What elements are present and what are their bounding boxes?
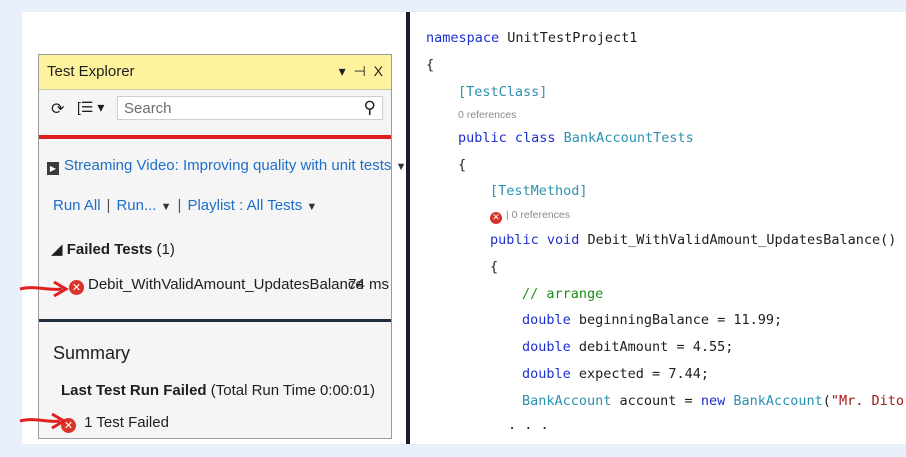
tests-failed-label: 1 Test Failed (84, 414, 169, 431)
code-line: double expected = 7.44; (522, 366, 709, 382)
streaming-video-label: Streaming Video: Improving quality with … (64, 157, 392, 174)
refresh-icon[interactable]: ⟳ (51, 99, 64, 119)
tests-failed-summary: ✕ 1 Test Failed (61, 414, 169, 433)
failed-tests-count: (1) (156, 241, 175, 258)
summary-divider (39, 319, 391, 322)
arrow-right-icon (19, 412, 67, 430)
run-link[interactable]: Run... (116, 197, 156, 214)
code-line: BankAccount account = new BankAccount("M… (522, 393, 906, 409)
background-frame-left (0, 0, 22, 457)
code-line: { (490, 259, 499, 275)
test-name: Debit_WithValidAmount_UpdatesBalance (88, 276, 364, 293)
group-by-icon[interactable]: [☰ ▾ (77, 99, 104, 116)
code-editor[interactable]: namespace UnitTestProject1 { [TestClass]… (410, 12, 906, 444)
code-line: double beginningBalance = 11.99; (522, 312, 783, 328)
search-input[interactable]: Search ⚲ (117, 96, 383, 120)
last-run-time: (Total Run Time 0:00:01) (210, 382, 375, 399)
code-line: namespace UnitTestProject1 (426, 30, 638, 46)
run-all-link[interactable]: Run All (53, 197, 101, 214)
test-row[interactable]: ✕ Debit_WithValidAmount_UpdatesBalance 74… (69, 276, 389, 295)
play-icon: ▶ (47, 162, 59, 175)
failed-tests-group[interactable]: ◢ Failed Tests (1) (51, 240, 175, 258)
search-placeholder: Search (124, 100, 172, 117)
test-duration: 74 ms (348, 276, 389, 293)
background-frame-bottom (0, 444, 906, 457)
chevron-down-icon[interactable]: ▼ (306, 201, 317, 213)
code-line: // arrange (522, 286, 604, 302)
window-controls[interactable]: ▾ ⊣ X (339, 63, 385, 80)
panel-title: Test Explorer (47, 63, 135, 80)
code-line: double debitAmount = 4.55; (522, 339, 734, 355)
chevron-down-icon[interactable]: ▼ (161, 201, 172, 213)
collapse-triangle-icon[interactable]: ◢ (51, 241, 63, 258)
codelens-references[interactable]: 0 references (458, 109, 516, 121)
background-frame (0, 0, 906, 12)
search-icon[interactable]: ⚲ (364, 98, 376, 118)
chevron-down-icon[interactable]: ▼ (396, 161, 407, 173)
red-underline (39, 135, 391, 139)
title-bar: Test Explorer ▾ ⊣ X (39, 55, 391, 90)
code-line: public void Debit_WithValidAmount_Update… (490, 232, 897, 248)
code-line: { (458, 157, 467, 173)
arrow-right-icon (19, 280, 69, 298)
code-ellipsis: . . . (508, 417, 549, 433)
test-explorer-panel: Test Explorer ▾ ⊣ X ⟳ [☰ ▾ Search ⚲ ▶ Str… (38, 54, 406, 439)
toolbar: ⟳ [☰ ▾ Search ⚲ (39, 91, 391, 125)
codelens-test-status[interactable]: ✕ | 0 references (490, 209, 570, 224)
code-line: { (426, 57, 435, 73)
playlist-link[interactable]: Playlist : All Tests (187, 197, 302, 214)
failed-tests-label: Failed Tests (66, 241, 153, 258)
code-line: [TestMethod] (490, 183, 588, 199)
error-icon: ✕ (490, 212, 502, 224)
error-icon: ✕ (69, 280, 84, 295)
summary-title: Summary (53, 343, 131, 363)
code-line: [TestClass] (458, 84, 548, 100)
last-run-status: Last Test Run Failed (Total Run Time 0:0… (61, 382, 375, 399)
streaming-video-link[interactable]: ▶ Streaming Video: Improving quality with… (47, 157, 406, 175)
run-toolbar: Run All | Run... ▼ | Playlist : All Tests ▼ (53, 197, 318, 214)
code-line: public class BankAccountTests (458, 130, 694, 146)
last-run-label: Last Test Run Failed (61, 382, 207, 399)
